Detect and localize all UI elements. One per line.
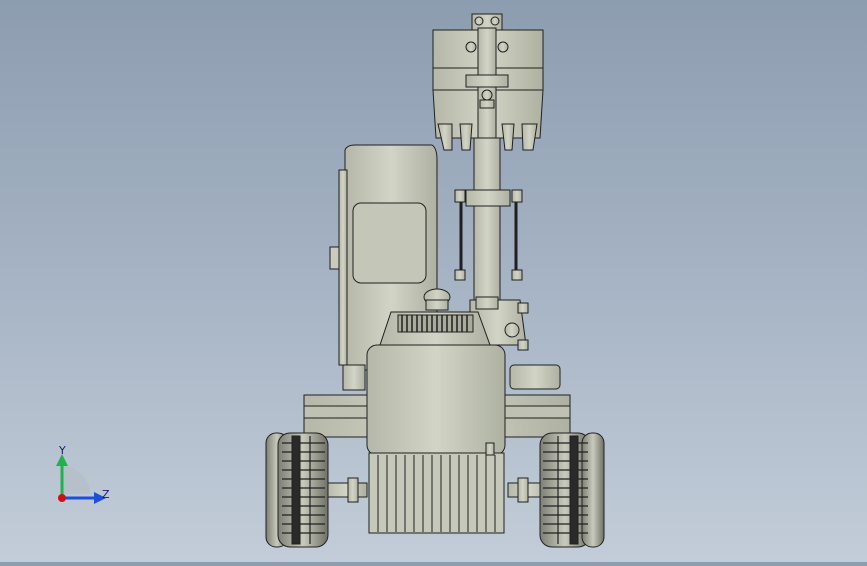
side-body — [509, 364, 561, 390]
y-axis-label: Y — [58, 444, 66, 457]
boom — [454, 134, 523, 311]
z-axis-label: Z — [102, 488, 110, 501]
right-wheel — [539, 432, 605, 548]
x-axis-dot — [58, 494, 66, 502]
axis-triad: Y Z — [40, 436, 120, 516]
door-handle — [329, 246, 340, 270]
left-wheel — [265, 432, 329, 548]
excavator-model[interactable] — [0, 0, 867, 562]
cad-viewport[interactable] — [0, 0, 867, 562]
front-chassis-block — [366, 344, 506, 534]
triad-plane — [62, 466, 90, 494]
cab-window — [352, 202, 427, 284]
